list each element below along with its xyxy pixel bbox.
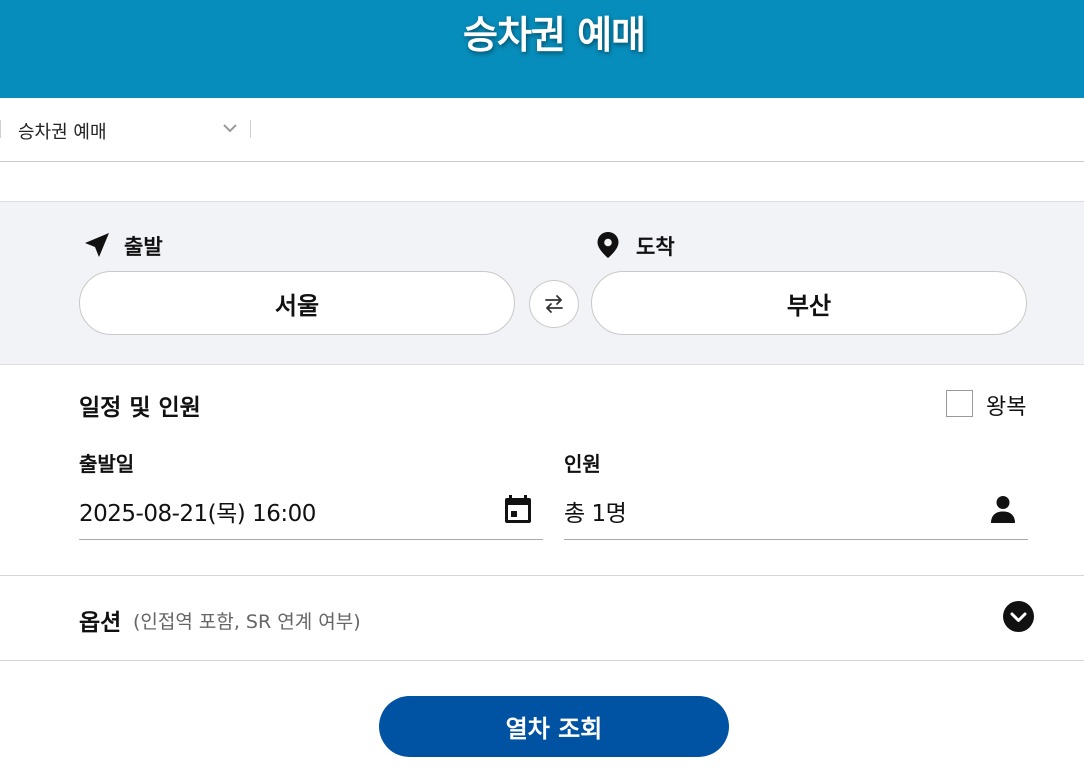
breadcrumb-divider — [0, 120, 1, 138]
arrival-station-value: 부산 — [786, 291, 832, 320]
date-field-underline — [79, 539, 543, 540]
passenger-value: 총 1명 — [564, 501, 627, 527]
arrival-station-button[interactable]: 부산 — [591, 271, 1027, 335]
person-icon — [991, 496, 1015, 523]
chevron-down-icon — [223, 124, 237, 133]
calendar-icon — [505, 495, 531, 523]
chevron-circle-down-icon[interactable] — [1003, 601, 1034, 632]
departure-date-label: 출발일 — [79, 452, 135, 476]
passenger-label: 인원 — [564, 452, 601, 476]
departure-label: 출발 — [124, 235, 163, 259]
navigation-arrow-icon — [85, 233, 109, 257]
search-trains-button[interactable]: 열차 조회 — [379, 696, 729, 757]
departure-station-value: 서울 — [274, 291, 320, 320]
departure-station-button[interactable]: 서울 — [79, 271, 515, 335]
route-panel: 출발 도착 서울 부산 — [0, 201, 1084, 365]
page-header: 승차권 예매 — [0, 0, 1084, 98]
options-subtitle: (인접역 포함, SR 연계 여부) — [133, 611, 361, 633]
section-divider — [0, 660, 1084, 661]
departure-date-value: 2025-08-21(목) 16:00 — [79, 501, 316, 527]
roundtrip-checkbox[interactable] — [946, 390, 973, 417]
breadcrumb-label: 승차권 예매 — [18, 122, 107, 143]
passenger-field-underline — [564, 539, 1028, 540]
page-title: 승차권 예매 — [462, 13, 646, 57]
arrival-label: 도착 — [636, 235, 675, 259]
roundtrip-label[interactable]: 왕복 — [986, 389, 1026, 421]
options-title: 옵션 — [79, 610, 122, 636]
breadcrumb: 승차권 예매 — [0, 98, 1084, 162]
map-pin-icon — [597, 232, 619, 258]
section-divider — [0, 575, 1084, 576]
breadcrumb-divider — [250, 120, 251, 138]
schedule-section-title: 일정 및 인원 — [79, 395, 201, 421]
swap-stations-button[interactable] — [529, 280, 579, 328]
swap-arrows-icon — [545, 295, 563, 313]
